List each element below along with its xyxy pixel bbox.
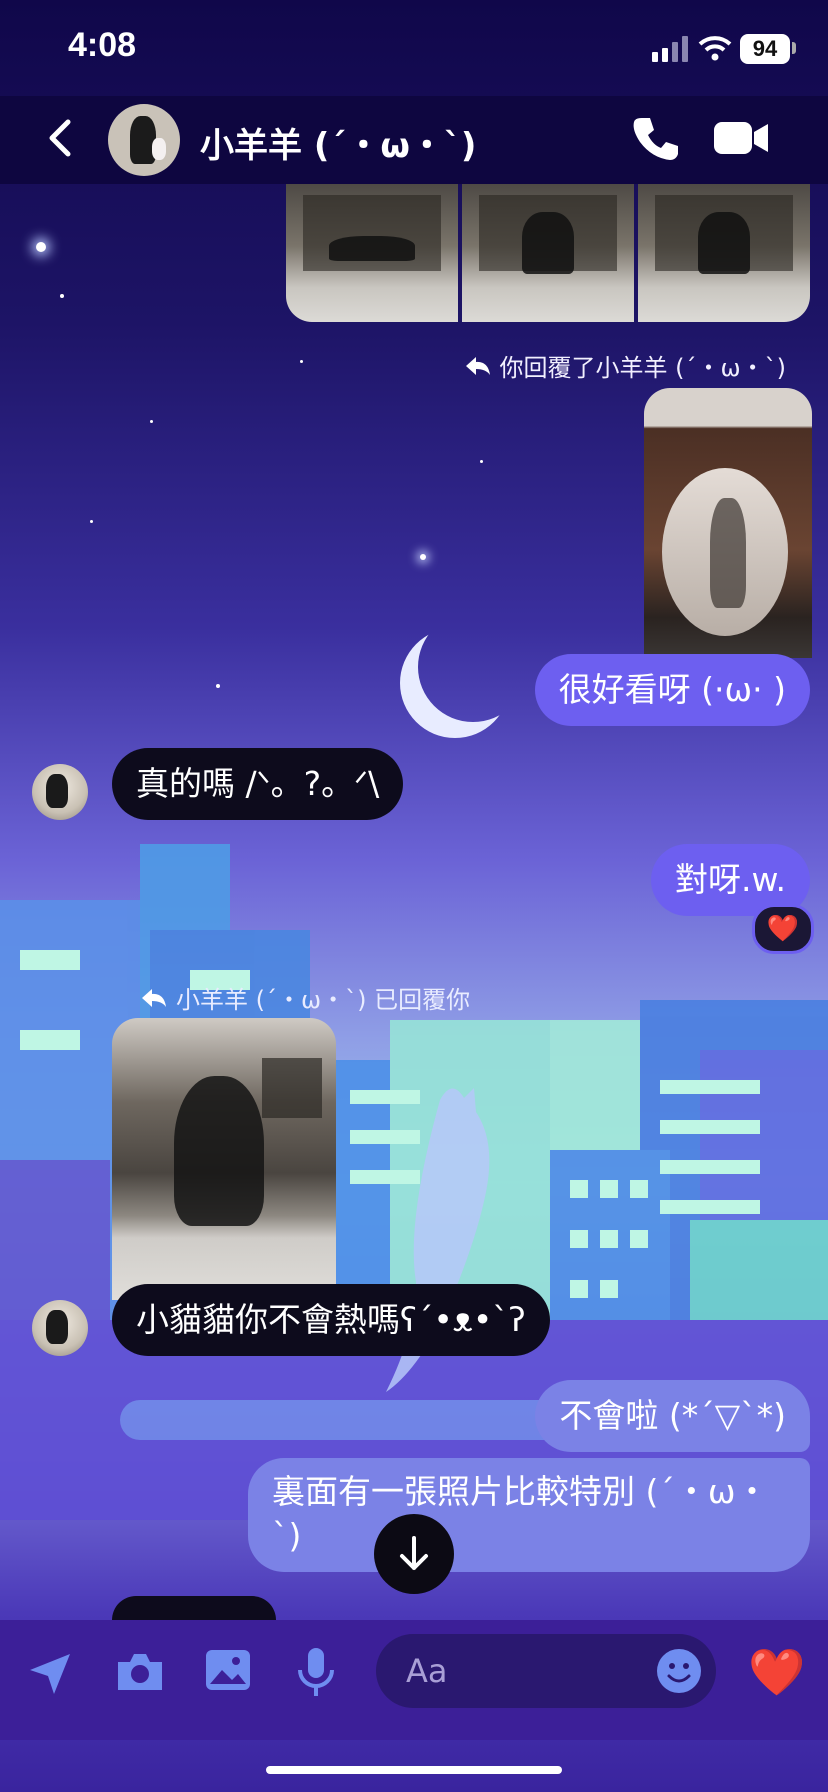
like-heart-button[interactable]: ❤️ [748,1644,805,1700]
cellular-signal-icon [652,36,688,62]
replied-photo[interactable] [112,1018,336,1300]
shared-photo[interactable] [462,184,634,322]
contact-avatar-small[interactable] [32,764,88,820]
star-decoration [216,684,220,688]
message-bubble-outgoing[interactable]: 很好看呀 (·ω· ) [534,654,810,726]
heart-reaction[interactable]: ❤️ [752,904,814,954]
reply-arrow-icon [465,356,490,375]
message-bubble-outgoing[interactable]: 不會啦 (*ˊ▽ˋ*) [535,1380,810,1452]
star-decoration [90,520,93,523]
battery-tip [792,42,796,54]
mirror-figure [710,498,746,608]
replied-photo[interactable] [644,388,812,658]
location-arrow-icon[interactable] [26,1650,74,1698]
status-time: 4:08 [68,26,137,64]
battery-indicator: 94 [740,34,790,64]
photo-figure [174,1076,264,1226]
star-decoration [420,554,426,560]
star-decoration [60,294,64,298]
shared-photo[interactable] [638,184,810,322]
message-line: ˋ) [272,1516,302,1555]
home-indicator [266,1766,562,1774]
reply-note: 你回覆了小羊羊 (ˊ・ω・ˋ) [464,348,786,383]
message-bubble-incoming[interactable]: 小貓貓你不會熱嗎ʕ´•ᴥ•`ʔ [112,1284,550,1356]
message-bubble-partial [112,1596,276,1620]
heart-icon: ❤️ [748,1645,806,1699]
avatar-plush [152,138,166,160]
message-bubble-outgoing[interactable]: 裏面有一張照片比較特別 (ˊ・ω・ ˋ) [248,1458,810,1572]
image-icon[interactable] [204,1648,252,1694]
star-decoration [36,242,46,252]
video-camera-icon[interactable] [714,118,770,158]
message-line: 裏面有一張照片比較特別 (ˊ・ω・ [272,1472,769,1511]
photo-window [262,1058,322,1118]
contact-name[interactable]: 小羊羊 (ˊ・ω・ˋ) [200,118,476,167]
star-decoration [300,360,303,363]
contact-avatar[interactable] [108,104,180,176]
smiley-icon[interactable] [656,1648,702,1694]
back-chevron-icon[interactable] [40,116,84,160]
contact-avatar-small[interactable] [32,1300,88,1356]
reply-arrow-icon [142,988,166,1007]
message-bubble-incoming[interactable]: 真的嗎 /ᐠ。?。ᐟ\ [112,748,404,820]
shared-photo[interactable] [286,184,458,322]
reply-note-text: 你回覆了小羊羊 (ˊ・ω・ˋ) [499,354,786,382]
avatar-figure [130,116,156,164]
moon-decoration [418,612,528,722]
star-decoration [150,420,153,423]
phone-icon[interactable] [632,114,680,162]
heart-icon: ❤️ [766,914,800,944]
scroll-to-bottom-button[interactable] [374,1514,454,1594]
microphone-icon[interactable] [296,1646,336,1698]
reply-note-text: 小羊羊 (ˊ・ω・ˋ) 已回覆你 [176,986,471,1014]
camera-icon[interactable] [114,1650,166,1694]
reply-note: 小羊羊 (ˊ・ω・ˋ) 已回覆你 [140,980,470,1015]
star-decoration [480,460,483,463]
arrow-down-icon [400,1536,428,1570]
wifi-icon [698,36,732,61]
message-input-placeholder: Aa [406,1652,448,1690]
